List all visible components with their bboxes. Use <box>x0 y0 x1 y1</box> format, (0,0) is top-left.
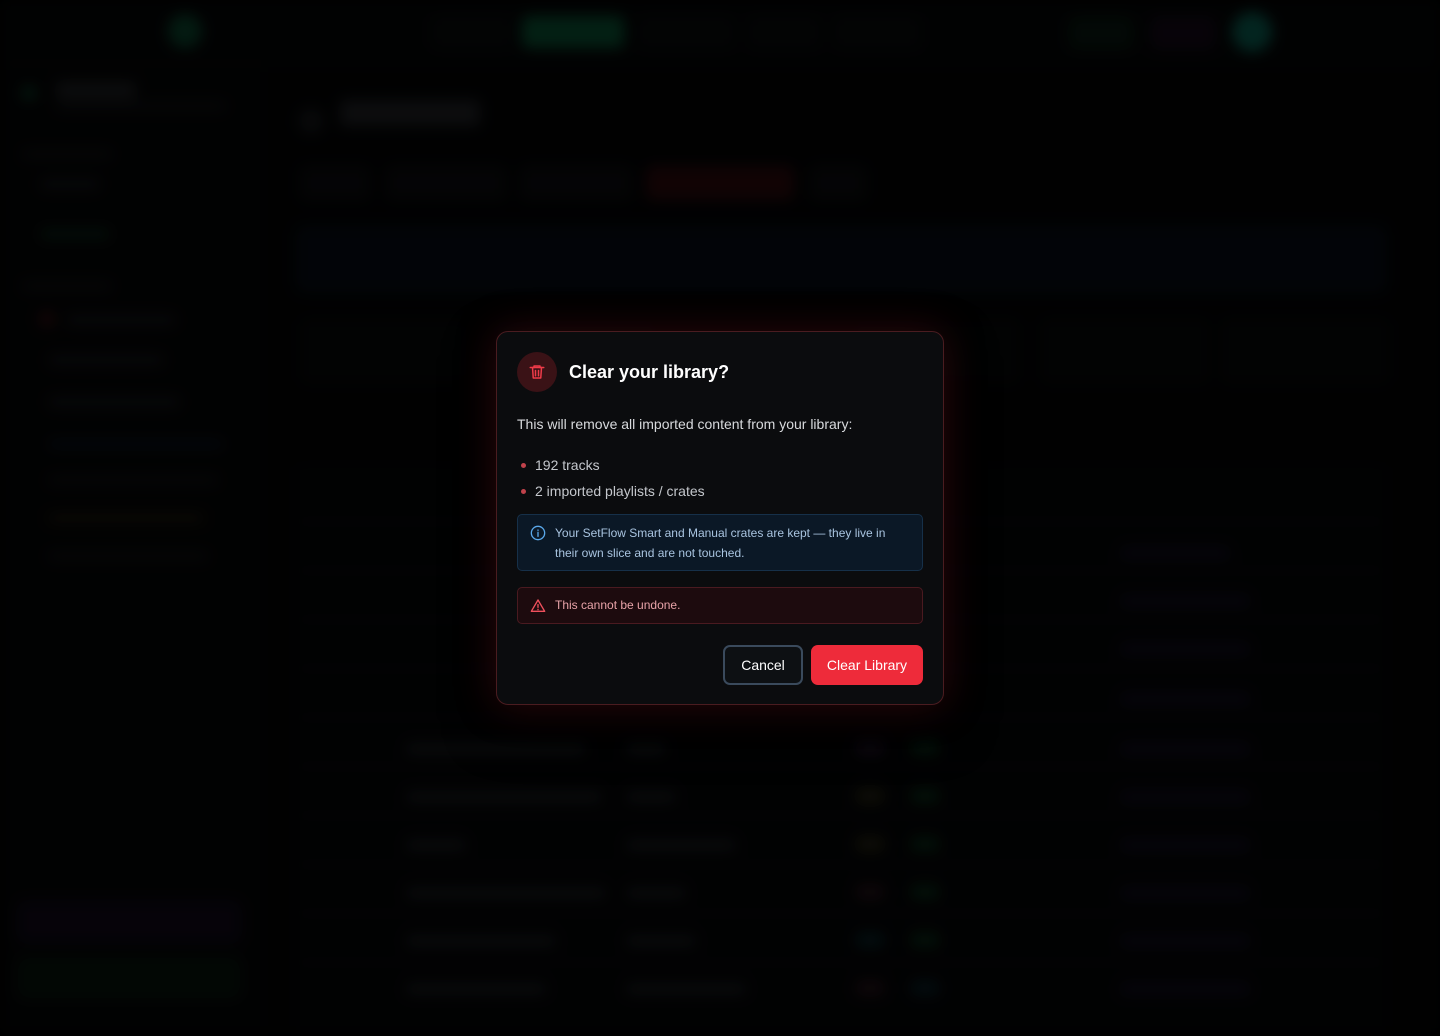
warning-notice: This cannot be undone. <box>517 587 923 624</box>
bullet-icon <box>521 488 526 494</box>
info-icon <box>530 525 546 541</box>
cancel-button[interactable]: Cancel <box>723 645 803 685</box>
info-text: Your SetFlow Smart and Manual crates are… <box>555 526 886 560</box>
clear-library-dialog: Clear your library? This will remove all… <box>496 331 944 705</box>
clear-library-button[interactable]: Clear Library <box>811 645 923 685</box>
warning-text: This cannot be undone. <box>555 598 681 612</box>
list-item: 2 imported playlists / crates <box>517 478 705 504</box>
removal-list: 192 tracks 2 imported playlists / crates <box>517 452 705 504</box>
list-item: 192 tracks <box>517 452 705 478</box>
bullet-icon <box>521 462 526 468</box>
list-item-label: 192 tracks <box>535 457 600 473</box>
dialog-description: This will remove all imported content fr… <box>517 416 853 432</box>
info-notice: Your SetFlow Smart and Manual crates are… <box>517 514 923 571</box>
list-item-label: 2 imported playlists / crates <box>535 483 705 499</box>
trash-icon-badge <box>517 352 557 392</box>
trash-icon <box>529 365 545 379</box>
warning-triangle-icon <box>530 599 546 612</box>
dialog-title: Clear your library? <box>569 362 730 382</box>
